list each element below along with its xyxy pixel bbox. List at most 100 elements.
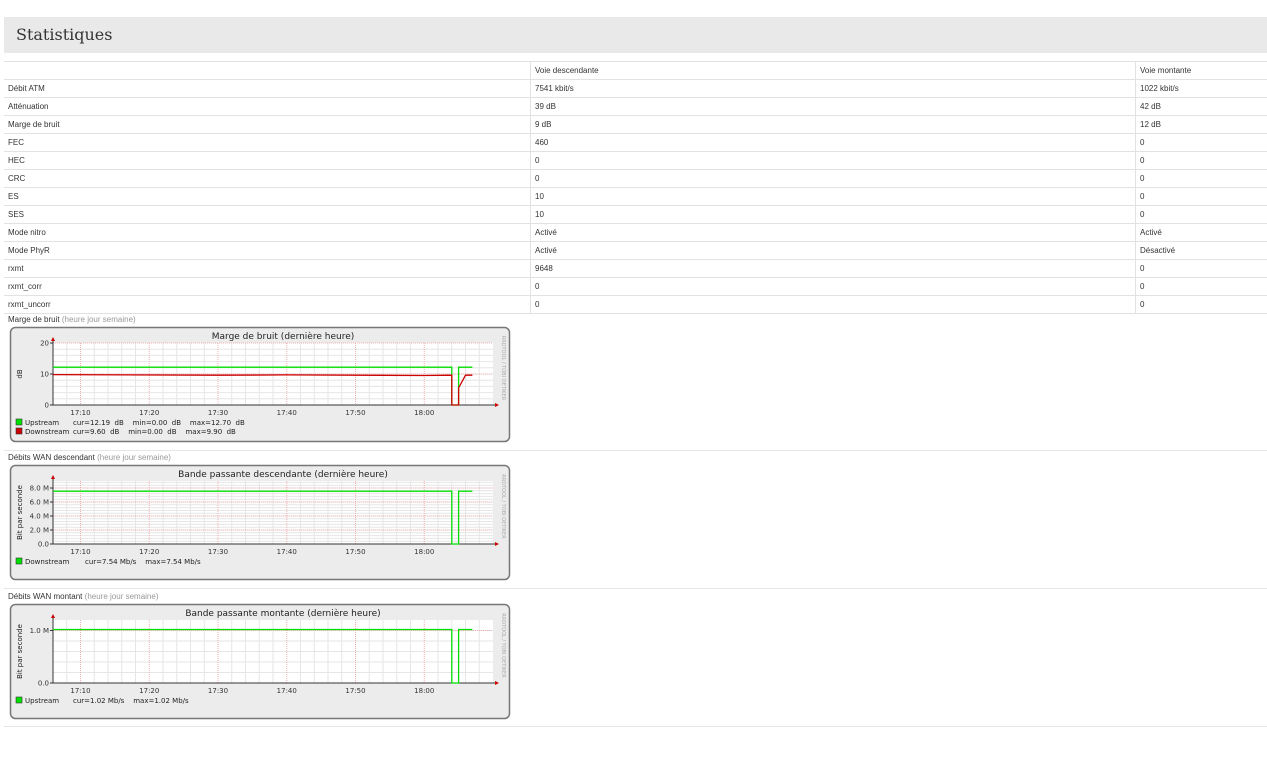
table-cell: 0	[530, 277, 1136, 296]
x-tick-label: 18:00	[414, 687, 434, 695]
table-row: Mode PhyR Activé Désactivé	[4, 241, 1267, 260]
period-link-hour[interactable]: heure	[87, 592, 107, 601]
page-header: Statistiques	[4, 17, 1267, 53]
graph-section-wan-up: Débits WAN montant (heure jour semaine) …	[4, 592, 1267, 727]
row-label: Atténuation	[4, 97, 531, 116]
period-link-week[interactable]: semaine	[138, 453, 168, 462]
period-paren-close: )	[133, 315, 136, 324]
table-row: rxmt 9648 0	[4, 259, 1267, 278]
table-row: FEC 460 0	[4, 133, 1267, 152]
x-tick-label: 17:20	[139, 409, 159, 417]
legend-name: Upstream	[25, 419, 59, 427]
table-row: Marge de bruit 9 dB 12 dB	[4, 115, 1267, 134]
graph-section-wan-down: Débits WAN descendant (heure jour semain…	[4, 453, 1267, 589]
table-cell: Activé	[1135, 223, 1267, 242]
y-axis-label: dB	[16, 369, 24, 378]
table-cell: 10	[530, 187, 1136, 206]
y-tick-label: 4.0 M	[30, 513, 49, 521]
bandwidth-up-chart: 17:10 17:20 17:30 17:40 17:50 18:00 0.0 1.0 M Ba…	[9, 603, 511, 720]
chart-title: Bande passante descendante (dernière heu…	[178, 469, 388, 480]
y-tick-label: 8.0 M	[30, 485, 49, 493]
y-tick-label: 0.0	[38, 680, 49, 688]
column-header: Voie descendante	[530, 61, 1136, 80]
row-label: rxmt	[4, 259, 531, 278]
column-header: Voie montante	[1135, 61, 1267, 80]
table-cell: 460	[530, 133, 1136, 152]
table-row: Atténuation 39 dB 42 dB	[4, 97, 1267, 116]
table-row: SES 10 0	[4, 205, 1267, 224]
legend-stats: cur=7.54 Mb/s max=7.54 Mb/s	[85, 558, 201, 566]
table-cell: 0	[530, 295, 1136, 314]
x-tick-label: 18:00	[414, 409, 434, 417]
table-row: HEC 0 0	[4, 151, 1267, 170]
legend-name: Downstream	[25, 428, 70, 436]
table-cell: 0	[1135, 205, 1267, 224]
page-title: Statistiques	[16, 25, 113, 44]
table-cell: 0	[1135, 133, 1267, 152]
graph-section-label: Marge de bruit	[8, 315, 60, 324]
row-label: CRC	[4, 169, 531, 188]
x-tick-label: 17:20	[139, 687, 159, 695]
table-cell: 0	[1135, 295, 1267, 314]
row-label: HEC	[4, 151, 531, 170]
y-tick-label: 1.0 M	[30, 627, 49, 635]
legend-swatch	[15, 418, 23, 426]
row-label: Mode nitro	[4, 223, 531, 242]
table-row: rxmt_uncorr 0 0	[4, 295, 1267, 314]
table-cell: 9648	[530, 259, 1136, 278]
row-label: rxmt_corr	[4, 277, 531, 296]
graph-section-label: Débits WAN descendant	[8, 453, 95, 462]
period-paren-close: )	[168, 453, 171, 462]
x-tick-label: 17:30	[208, 687, 228, 695]
period-link-week[interactable]: semaine	[126, 592, 156, 601]
table-cell: 39 dB	[530, 97, 1136, 116]
row-label: Débit ATM	[4, 79, 531, 98]
period-link-week[interactable]: semaine	[103, 315, 133, 324]
column-header	[4, 61, 531, 80]
legend-stats: cur=9.60 dB min=0.00 dB max=9.90 dB	[73, 428, 236, 436]
table-cell: 0	[1135, 151, 1267, 170]
graph-section-label: Débits WAN montant	[8, 592, 83, 601]
x-tick-label: 17:40	[277, 409, 297, 417]
row-label: SES	[4, 205, 531, 224]
y-tick-label: 0.0	[38, 541, 49, 549]
table-row: Mode nitro Activé Activé	[4, 223, 1267, 242]
table-cell: 7541 kbit/s	[530, 79, 1136, 98]
y-tick-label: 2.0 M	[30, 527, 49, 535]
stats-table: Voie descendante Voie montante Débit ATM 75…	[4, 61, 1267, 314]
table-cell: 1022 kbit/s	[1135, 79, 1267, 98]
x-tick-label: 17:50	[345, 687, 365, 695]
x-tick-label: 17:50	[345, 548, 365, 556]
period-link-hour[interactable]: heure	[65, 315, 85, 324]
noise-margin-chart: 17:10 17:20 17:30 17:40 17:50 18:00 0 10 20 Marge…	[9, 326, 511, 443]
legend-name: Downstream	[25, 558, 70, 566]
table-row: Débit ATM 7541 kbit/s 1022 kbit/s	[4, 79, 1267, 98]
x-tick-label: 17:50	[345, 409, 365, 417]
x-tick-label: 17:20	[139, 548, 159, 556]
table-cell: Activé	[530, 223, 1136, 242]
period-link-day[interactable]: jour	[110, 592, 123, 601]
table-cell: 0	[530, 151, 1136, 170]
period-link-day[interactable]: jour	[87, 315, 100, 324]
graph-section-noise-margin: Marge de bruit (heure jour semaine) 17:1…	[4, 315, 1267, 451]
table-cell: 0	[1135, 277, 1267, 296]
legend-swatch	[15, 557, 23, 565]
y-tick-label: 6.0 M	[30, 499, 49, 507]
y-tick-label: 20	[40, 340, 49, 348]
table-row: CRC 0 0	[4, 169, 1267, 188]
y-tick-label: 0	[45, 402, 49, 410]
x-tick-label: 17:30	[208, 409, 228, 417]
period-link-day[interactable]: jour	[122, 453, 135, 462]
chart-title: Marge de bruit (dernière heure)	[212, 331, 355, 342]
x-tick-label: 18:00	[414, 548, 434, 556]
table-cell: 12 dB	[1135, 115, 1267, 134]
y-tick-label: 10	[40, 371, 49, 379]
table-cell: Activé	[530, 241, 1136, 260]
legend-name: Upstream	[25, 697, 59, 705]
rrdtool-watermark: RRDTOOL / TOBI OETIKER	[500, 474, 506, 539]
legend-stats: cur=1.02 Mb/s max=1.02 Mb/s	[73, 697, 189, 705]
x-tick-label: 17:40	[277, 548, 297, 556]
legend-swatch	[15, 696, 23, 704]
period-link-hour[interactable]: heure	[100, 453, 120, 462]
x-tick-label: 17:10	[70, 687, 90, 695]
